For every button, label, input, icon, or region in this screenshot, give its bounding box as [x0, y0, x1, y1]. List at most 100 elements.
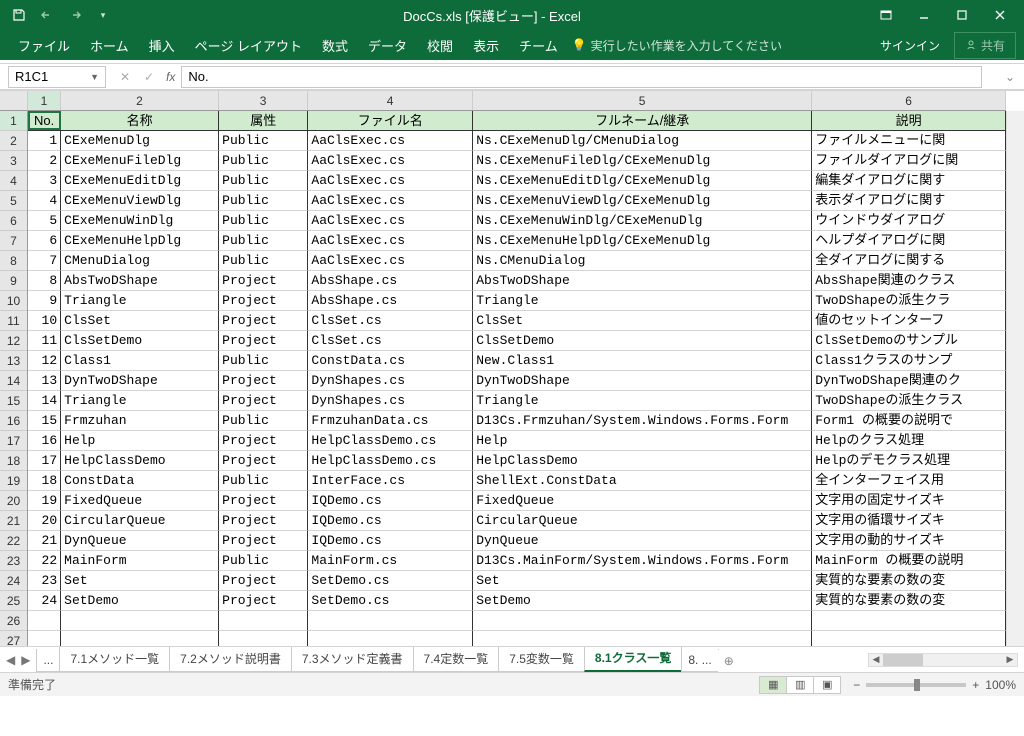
header-cell[interactable]: フルネーム/継承 — [473, 111, 812, 131]
cell[interactable]: Public — [219, 151, 308, 171]
redo-icon[interactable] — [62, 3, 88, 27]
cell[interactable]: AaClsExec.cs — [308, 211, 473, 231]
cell[interactable]: 18 — [28, 471, 61, 491]
cell[interactable]: Project — [219, 451, 308, 471]
cell[interactable]: 14 — [28, 391, 61, 411]
cell[interactable]: TwoDShapeの派生クラス — [812, 391, 1006, 411]
row-header[interactable]: 7 — [0, 231, 27, 251]
cell[interactable]: 16 — [28, 431, 61, 451]
cell[interactable]: HelpClassDemo — [61, 451, 219, 471]
cell[interactable]: Ns.CExeMenuWinDlg/CExeMenuDlg — [473, 211, 812, 231]
cell[interactable]: 実質的な要素の数の変 — [812, 571, 1006, 591]
row-header[interactable]: 2 — [0, 131, 27, 151]
cell[interactable]: ConstData.cs — [308, 351, 473, 371]
sheet-tab[interactable]: 7.4定数一覧 — [413, 647, 500, 672]
cell[interactable]: 文字用の動的サイズキ — [812, 531, 1006, 551]
cell[interactable]: Set — [61, 571, 219, 591]
row-header[interactable]: 18 — [0, 451, 27, 471]
worksheet-grid[interactable]: 123456 123456789101112131415161718192021… — [0, 90, 1024, 646]
row-headers[interactable]: 1234567891011121314151617181920212223242… — [0, 111, 28, 646]
cell[interactable] — [308, 631, 473, 646]
ribbon-tab[interactable]: 挿入 — [139, 30, 185, 61]
close-icon[interactable] — [982, 3, 1018, 27]
cell[interactable]: 11 — [28, 331, 61, 351]
cell[interactable]: AbsShape関連のクラス — [812, 271, 1006, 291]
cell[interactable]: 3 — [28, 171, 61, 191]
cell[interactable]: 22 — [28, 551, 61, 571]
sheet-nav-next-icon[interactable]: ▶ — [21, 653, 30, 667]
cell[interactable] — [473, 611, 812, 631]
fx-icon[interactable]: fx — [166, 70, 175, 84]
cell[interactable]: MainForm.cs — [308, 551, 473, 571]
cell[interactable]: Ns.CExeMenuFileDlg/CExeMenuDlg — [473, 151, 812, 171]
cell[interactable]: FixedQueue — [473, 491, 812, 511]
cell[interactable]: CExeMenuViewDlg — [61, 191, 219, 211]
row-header[interactable]: 12 — [0, 331, 27, 351]
formula-input[interactable] — [181, 66, 982, 88]
cell[interactable]: Frmzuhan — [61, 411, 219, 431]
ribbon-tab[interactable]: ホーム — [80, 30, 139, 61]
cell[interactable]: 23 — [28, 571, 61, 591]
cell[interactable]: Project — [219, 331, 308, 351]
row-header[interactable]: 24 — [0, 571, 27, 591]
row-header[interactable]: 13 — [0, 351, 27, 371]
cell[interactable]: Project — [219, 531, 308, 551]
header-cell[interactable]: No. — [28, 111, 61, 131]
horizontal-scrollbar[interactable]: ◀ ▶ — [868, 653, 1018, 667]
cell[interactable]: IQDemo.cs — [308, 511, 473, 531]
header-cell[interactable]: ファイル名 — [308, 111, 473, 131]
cell[interactable]: DynTwoDShape関連のク — [812, 371, 1006, 391]
cell[interactable]: 文字用の固定サイズキ — [812, 491, 1006, 511]
minimize-icon[interactable] — [906, 3, 942, 27]
cell[interactable]: Public — [219, 231, 308, 251]
ribbon-tab[interactable]: ファイル — [8, 30, 80, 61]
cell[interactable] — [812, 631, 1006, 646]
cell[interactable]: 19 — [28, 491, 61, 511]
cell[interactable]: Class1クラスのサンプ — [812, 351, 1006, 371]
cell[interactable]: D13Cs.MainForm/System.Windows.Forms.Form — [473, 551, 812, 571]
enter-formula-icon[interactable]: ✓ — [138, 70, 160, 84]
cell[interactable]: DynQueue — [473, 531, 812, 551]
cell[interactable]: D13Cs.Frmzuhan/System.Windows.Forms.Form — [473, 411, 812, 431]
cell[interactable]: CExeMenuFileDlg — [61, 151, 219, 171]
ribbon-tab[interactable]: チーム — [509, 30, 568, 61]
cell[interactable]: ShellExt.ConstData — [473, 471, 812, 491]
cell[interactable]: AbsShape.cs — [308, 291, 473, 311]
cell[interactable]: ファイルメニューに関 — [812, 131, 1006, 151]
sheet-tab[interactable]: 7.5変数一覧 — [498, 647, 585, 672]
row-header[interactable]: 3 — [0, 151, 27, 171]
cell[interactable] — [473, 631, 812, 646]
row-header[interactable]: 8 — [0, 251, 27, 271]
cell[interactable]: Ns.CExeMenuViewDlg/CExeMenuDlg — [473, 191, 812, 211]
cell[interactable]: ClsSet — [61, 311, 219, 331]
column-header[interactable]: 2 — [61, 91, 219, 110]
add-sheet-icon[interactable]: ⊕ — [718, 650, 740, 672]
row-header[interactable]: 25 — [0, 591, 27, 611]
cell[interactable]: 編集ダイアログに関す — [812, 171, 1006, 191]
cell[interactable]: 全ダイアログに関する — [812, 251, 1006, 271]
cell[interactable]: Helpのクラス処理 — [812, 431, 1006, 451]
row-header[interactable]: 14 — [0, 371, 27, 391]
cancel-formula-icon[interactable]: ✕ — [114, 70, 136, 84]
chevron-down-icon[interactable]: ▼ — [90, 72, 99, 82]
ribbon-options-icon[interactable] — [868, 3, 904, 27]
cell[interactable]: 9 — [28, 291, 61, 311]
cell[interactable]: ClsSet.cs — [308, 311, 473, 331]
cell[interactable]: Class1 — [61, 351, 219, 371]
row-header[interactable]: 23 — [0, 551, 27, 571]
cell[interactable]: 実質的な要素の数の変 — [812, 591, 1006, 611]
sheet-tab[interactable]: 7.3メソッド定義書 — [291, 647, 414, 672]
cell[interactable]: 2 — [28, 151, 61, 171]
cell[interactable]: Project — [219, 371, 308, 391]
row-header[interactable]: 20 — [0, 491, 27, 511]
cell[interactable] — [28, 611, 61, 631]
cell[interactable]: Project — [219, 391, 308, 411]
hscroll-left-icon[interactable]: ◀ — [869, 654, 883, 666]
sheet-nav-prev-icon[interactable]: ◀ — [6, 653, 15, 667]
cell[interactable]: Project — [219, 491, 308, 511]
cell[interactable]: Ns.CExeMenuDlg/CMenuDialog — [473, 131, 812, 151]
cell[interactable]: DynShapes.cs — [308, 391, 473, 411]
cell[interactable]: 12 — [28, 351, 61, 371]
expand-formula-icon[interactable]: ⌄ — [1002, 70, 1018, 84]
header-cell[interactable]: 名称 — [61, 111, 219, 131]
